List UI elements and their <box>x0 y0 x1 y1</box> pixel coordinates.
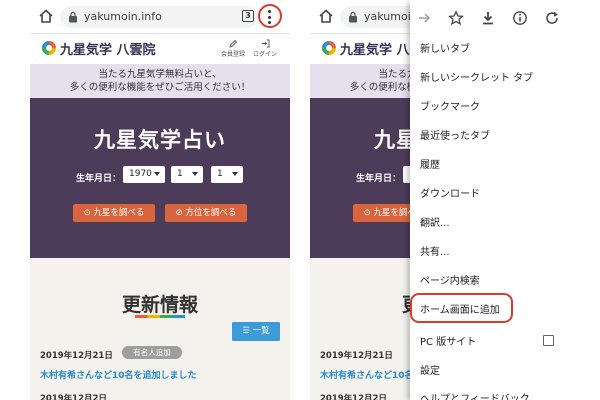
site-logo-icon <box>322 41 336 55</box>
site-header: 九星気学 八雲院 会員登録 ログイン <box>30 34 290 64</box>
highlight-box <box>410 293 513 323</box>
news-heading-underline <box>135 315 185 318</box>
news-date: 2019年12月21日 <box>320 351 393 361</box>
home-icon[interactable] <box>38 8 54 24</box>
menu-item-help-feedback[interactable]: ヘルプとフィードバック <box>420 390 530 400</box>
login-label: ログイン <box>252 51 277 58</box>
chevron-down-icon <box>192 172 198 176</box>
birth-date-label: 生年月日： <box>76 174 122 184</box>
register-link[interactable]: 会員登録 <box>218 39 248 58</box>
phone-screen-left: yakumoin.info 3 九星気学 八雲院 会員登録 ログイン 当たる九星… <box>30 0 290 400</box>
forward-icon[interactable] <box>416 10 432 26</box>
login-link[interactable]: ログイン <box>250 39 280 58</box>
menu-item-downloads[interactable]: ダウンロード <box>420 185 480 200</box>
check-kyusei-button[interactable]: ⊙ 九星を調べる <box>73 204 155 222</box>
menu-item-desktop-site[interactable]: PC 版サイト <box>420 333 476 348</box>
menu-icon-row <box>410 4 570 32</box>
desktop-site-checkbox[interactable] <box>543 335 554 346</box>
day-select[interactable]: 1 <box>211 166 243 183</box>
chevron-down-icon <box>232 172 238 176</box>
search-icon: ⊙ <box>363 208 374 218</box>
home-icon[interactable] <box>318 8 334 24</box>
hero-section: 九星気学占い 生年月日： 1970 1 1 ⊙ 九星を調べる ⊘ 方位を調べる <box>30 98 290 258</box>
download-icon[interactable] <box>480 10 496 26</box>
chevron-down-icon <box>154 172 160 176</box>
menu-item-settings[interactable]: 設定 <box>420 362 440 377</box>
register-label: 会員登録 <box>220 51 245 58</box>
lock-icon <box>69 11 77 23</box>
menu-item-bookmarks[interactable]: ブックマーク <box>420 98 480 113</box>
highlight-circle <box>258 4 282 28</box>
chrome-overflow-menu: 新しいタブ 新しいシークレット タブ ブックマーク 最近使ったタブ 履歴 ダウン… <box>410 0 570 400</box>
news-list-label: 一覧 <box>252 326 270 336</box>
menu-item-recent-tabs[interactable]: 最近使ったタブ <box>420 127 490 142</box>
address-bar[interactable]: yakumoin.info <box>60 6 258 28</box>
login-icon <box>261 39 269 48</box>
browser-toolbar: yakumoin.info 3 <box>30 0 290 34</box>
check-kyusei-label: 九星を調べる <box>93 208 145 218</box>
month-select[interactable]: 1 <box>171 166 203 183</box>
news-category-badge: 有名人追加 <box>122 346 182 359</box>
check-direction-label: 方位を調べる <box>185 208 237 218</box>
menu-item-find-in-page[interactable]: ページ内検索 <box>420 272 480 287</box>
check-direction-button[interactable]: ⊘ 方位を調べる <box>165 204 247 222</box>
bookmark-star-icon[interactable] <box>448 10 464 26</box>
news-list-button[interactable]: ☰ 一覧 <box>232 322 280 341</box>
notice-line-1: 当たる九星気学無料占いと、 <box>98 69 222 80</box>
news-date: 2019年12月21日 <box>40 351 113 361</box>
day-value: 1 <box>217 169 223 179</box>
info-icon[interactable] <box>512 10 528 26</box>
menu-item-new-tab[interactable]: 新しいタブ <box>420 40 470 55</box>
refresh-icon[interactable] <box>544 10 560 26</box>
birth-date-label: 生年月日： <box>356 174 402 184</box>
lock-icon <box>349 11 357 23</box>
news-item-link[interactable]: 木村有希さんなど10名を追加しました <box>40 368 197 381</box>
news-date-2: 2019年12月2日 <box>40 394 107 400</box>
compass-icon: ⊘ <box>175 208 186 218</box>
phone-screen-right: yakumoin.info 九星気学 八雲院 当たる九星気学無料占いと、 多くの… <box>310 0 570 400</box>
edit-icon <box>228 39 237 48</box>
hero-title: 九星気学占い <box>94 128 226 152</box>
news-date-2: 2019年12月2日 <box>320 394 387 400</box>
month-value: 1 <box>177 169 183 179</box>
menu-item-translate[interactable]: 翻訳... <box>420 214 450 229</box>
search-icon: ⊙ <box>83 208 94 218</box>
list-icon: ☰ <box>242 326 253 336</box>
menu-item-new-incognito-tab[interactable]: 新しいシークレット タブ <box>420 69 533 84</box>
year-select[interactable]: 1970 <box>123 166 165 183</box>
site-title[interactable]: 九星気学 八雲院 <box>60 39 156 58</box>
menu-item-history[interactable]: 履歴 <box>420 156 440 171</box>
news-heading: 更新情報 <box>121 294 198 316</box>
notice-line-2: 多くの便利な機能をぜひご活用ください！ <box>69 82 251 93</box>
tab-switcher-button[interactable]: 3 <box>242 10 254 22</box>
year-value: 1970 <box>129 169 152 179</box>
menu-item-share[interactable]: 共有... <box>420 243 450 258</box>
url-text: yakumoin.info <box>84 10 162 23</box>
site-logo-icon <box>42 41 56 55</box>
notice-banner: 当たる九星気学無料占いと、 多くの便利な機能をぜひご活用ください！ <box>30 64 290 98</box>
